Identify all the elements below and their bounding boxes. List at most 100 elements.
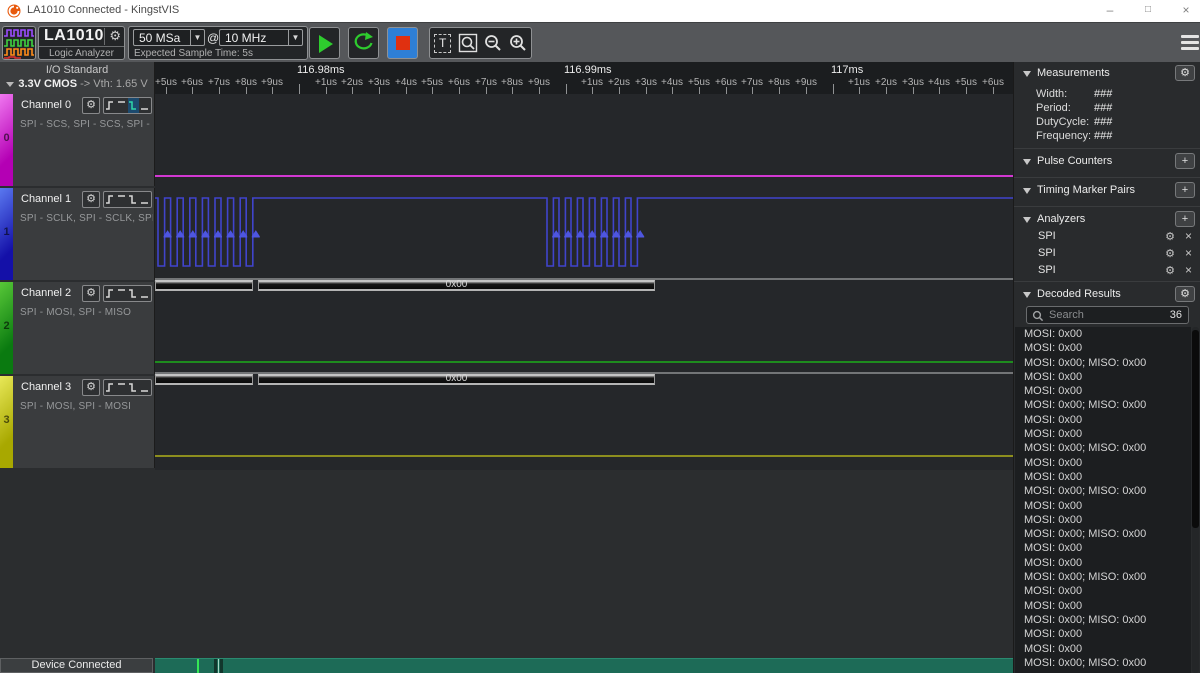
trigger-low-level-icon[interactable] xyxy=(139,192,151,207)
scrollbar-thumb[interactable] xyxy=(1192,330,1199,528)
decoded-result-row[interactable]: MOSI: 0x00 xyxy=(1015,627,1191,641)
trigger-high-level-icon[interactable] xyxy=(116,98,128,113)
add-analyzer-button[interactable]: + xyxy=(1175,211,1195,227)
decoded-result-row[interactable]: MOSI: 0x00 xyxy=(1015,327,1191,341)
decoded-result-row[interactable]: MOSI: 0x00; MISO: 0x00 xyxy=(1015,484,1191,498)
analyzer-remove-icon[interactable]: × xyxy=(1185,246,1192,260)
analyzer-settings-gear-icon[interactable]: ⚙ xyxy=(1165,247,1175,260)
search-input[interactable] xyxy=(1049,308,1159,322)
channel-settings-button[interactable]: ⚙ xyxy=(82,379,100,396)
channel-header[interactable]: Channel 0⚙SPI - SCS, SPI - SCS, SPI - SC… xyxy=(13,94,155,186)
chevron-down-icon[interactable]: ▼ xyxy=(288,30,302,45)
add-pulse-counter-button[interactable]: + xyxy=(1175,153,1195,169)
analyzer-settings-gear-icon[interactable]: ⚙ xyxy=(1165,230,1175,243)
timing-marker-pairs-header[interactable]: Timing Marker Pairs + xyxy=(1014,182,1200,200)
decoded-results-header[interactable]: Decoded Results ⚙ xyxy=(1014,286,1200,304)
analyzer-item[interactable]: SPI⚙× xyxy=(1014,246,1200,262)
menu-button[interactable] xyxy=(1181,35,1199,50)
channel-color-strip[interactable]: 3 xyxy=(0,376,13,468)
trigger-low-level-icon[interactable] xyxy=(139,286,151,301)
decoded-result-row[interactable]: MOSI: 0x00 xyxy=(1015,341,1191,355)
decoded-result-row[interactable]: MOSI: 0x00 xyxy=(1015,584,1191,598)
decoded-result-row[interactable]: MOSI: 0x00 xyxy=(1015,513,1191,527)
trigger-falling-edge-icon[interactable] xyxy=(128,192,140,207)
decoded-result-row[interactable]: MOSI: 0x00 xyxy=(1015,413,1191,427)
decoded-result-row[interactable]: MOSI: 0x00 xyxy=(1015,599,1191,613)
decoded-scrollbar[interactable] xyxy=(1192,327,1199,673)
decoded-result-row[interactable]: MOSI: 0x00; MISO: 0x00 xyxy=(1015,613,1191,627)
analyzer-item[interactable]: SPI⚙× xyxy=(1014,229,1200,245)
trigger-low-level-icon[interactable] xyxy=(139,98,151,113)
measurements-settings-button[interactable]: ⚙ xyxy=(1175,65,1195,81)
spi-decode-frame[interactable] xyxy=(155,374,253,385)
io-standard-header[interactable]: I/O Standard 3.3V CMOS -> Vth: 1.65 V xyxy=(0,62,155,94)
zoom-in-button[interactable] xyxy=(507,32,529,54)
minimize-button[interactable]: – xyxy=(1091,0,1129,22)
decoded-result-row[interactable]: MOSI: 0x00 xyxy=(1015,556,1191,570)
spi-decode-frame[interactable]: 0x00 xyxy=(258,280,655,291)
channel-settings-button[interactable]: ⚙ xyxy=(82,97,100,114)
trigger-rising-edge-icon[interactable] xyxy=(104,98,116,113)
channel-color-strip[interactable]: 2 xyxy=(0,282,13,374)
zoom-out-button[interactable] xyxy=(482,32,504,54)
trigger-falling-edge-icon[interactable] xyxy=(128,98,140,113)
sample-rate-dropdown[interactable]: 10 MHz ▼ xyxy=(219,29,303,46)
channel-settings-button[interactable]: ⚙ xyxy=(82,191,100,208)
decoded-result-row[interactable]: MOSI: 0x00 xyxy=(1015,370,1191,384)
decoded-result-row[interactable]: MOSI: 0x00 xyxy=(1015,470,1191,484)
analyzer-remove-icon[interactable]: × xyxy=(1185,229,1192,243)
trigger-high-level-icon[interactable] xyxy=(116,192,128,207)
decoded-result-row[interactable]: MOSI: 0x00 xyxy=(1015,642,1191,656)
decoded-result-row[interactable]: MOSI: 0x00; MISO: 0x00 xyxy=(1015,398,1191,412)
measurements-header[interactable]: Measurements ⚙ xyxy=(1014,65,1200,83)
timing-marker-tool-button[interactable]: T xyxy=(432,32,454,54)
decoded-results-list[interactable]: MOSI: 0x00MOSI: 0x00MOSI: 0x00; MISO: 0x… xyxy=(1015,327,1191,673)
overview-viewport-marker[interactable] xyxy=(214,659,223,673)
trigger-rising-edge-icon[interactable] xyxy=(104,380,116,395)
trigger-high-level-icon[interactable] xyxy=(116,380,128,395)
decoded-result-row[interactable]: MOSI: 0x00 xyxy=(1015,541,1191,555)
analyzer-settings-gear-icon[interactable]: ⚙ xyxy=(1165,264,1175,277)
decoded-result-row[interactable]: MOSI: 0x00; MISO: 0x00 xyxy=(1015,356,1191,370)
add-timing-marker-button[interactable]: + xyxy=(1175,182,1195,198)
pulse-counters-header[interactable]: Pulse Counters + xyxy=(1014,153,1200,171)
decoded-result-row[interactable]: MOSI: 0x00 xyxy=(1015,499,1191,513)
spi-decode-frame[interactable]: 0x00 xyxy=(258,374,655,385)
trigger-high-level-icon[interactable] xyxy=(116,286,128,301)
device-selector[interactable]: LA1010 ⚙ Logic Analyzer xyxy=(38,26,125,60)
channel-settings-button[interactable]: ⚙ xyxy=(82,285,100,302)
channel-color-strip[interactable]: 1 xyxy=(0,188,13,280)
channel-header[interactable]: Channel 1⚙SPI - SCLK, SPI - SCLK, SPI - … xyxy=(13,188,155,280)
maximize-button[interactable]: □ xyxy=(1129,0,1167,22)
channel-color-strip[interactable]: 0 xyxy=(0,94,13,186)
start-capture-button[interactable] xyxy=(309,27,340,59)
analyzer-item[interactable]: SPI⚙× xyxy=(1014,263,1200,279)
decoded-result-row[interactable]: MOSI: 0x00 xyxy=(1015,384,1191,398)
channel-header[interactable]: Channel 3⚙SPI - MOSI, SPI - MOSI xyxy=(13,376,155,468)
decoded-results-settings-button[interactable]: ⚙ xyxy=(1175,286,1195,302)
decoded-result-row[interactable]: MOSI: 0x00 xyxy=(1015,456,1191,470)
waveform-display[interactable]: 0x00 0x00 xyxy=(155,94,1013,658)
stop-capture-button[interactable] xyxy=(387,27,418,59)
trigger-falling-edge-icon[interactable] xyxy=(128,286,140,301)
analyzers-header[interactable]: Analyzers + xyxy=(1014,211,1200,229)
device-settings-gear-icon[interactable]: ⚙ xyxy=(104,28,121,45)
zoom-selection-button[interactable] xyxy=(457,32,479,54)
decoded-result-row[interactable]: MOSI: 0x00 xyxy=(1015,427,1191,441)
trigger-low-level-icon[interactable] xyxy=(139,380,151,395)
trigger-rising-edge-icon[interactable] xyxy=(104,192,116,207)
capture-overview-bar[interactable] xyxy=(155,658,1013,673)
channel-header[interactable]: Channel 2⚙SPI - MOSI, SPI - MISO xyxy=(13,282,155,374)
timeline-ruler[interactable]: +5us+6us+7us+8us+9us116.98ms+1us+2us+3us… xyxy=(155,62,1013,94)
chevron-down-icon[interactable]: ▼ xyxy=(190,30,204,45)
analyzer-remove-icon[interactable]: × xyxy=(1185,263,1192,277)
close-button[interactable]: × xyxy=(1167,0,1200,22)
decoded-result-row[interactable]: MOSI: 0x00; MISO: 0x00 xyxy=(1015,656,1191,670)
trigger-rising-edge-icon[interactable] xyxy=(104,286,116,301)
spi-decode-frame[interactable] xyxy=(155,280,253,291)
trigger-falling-edge-icon[interactable] xyxy=(128,380,140,395)
repeat-capture-button[interactable] xyxy=(348,27,379,59)
decoded-result-row[interactable]: MOSI: 0x00; MISO: 0x00 xyxy=(1015,527,1191,541)
decoded-result-row[interactable]: MOSI: 0x00; MISO: 0x00 xyxy=(1015,441,1191,455)
sample-count-dropdown[interactable]: 50 MSa ▼ xyxy=(133,29,205,46)
